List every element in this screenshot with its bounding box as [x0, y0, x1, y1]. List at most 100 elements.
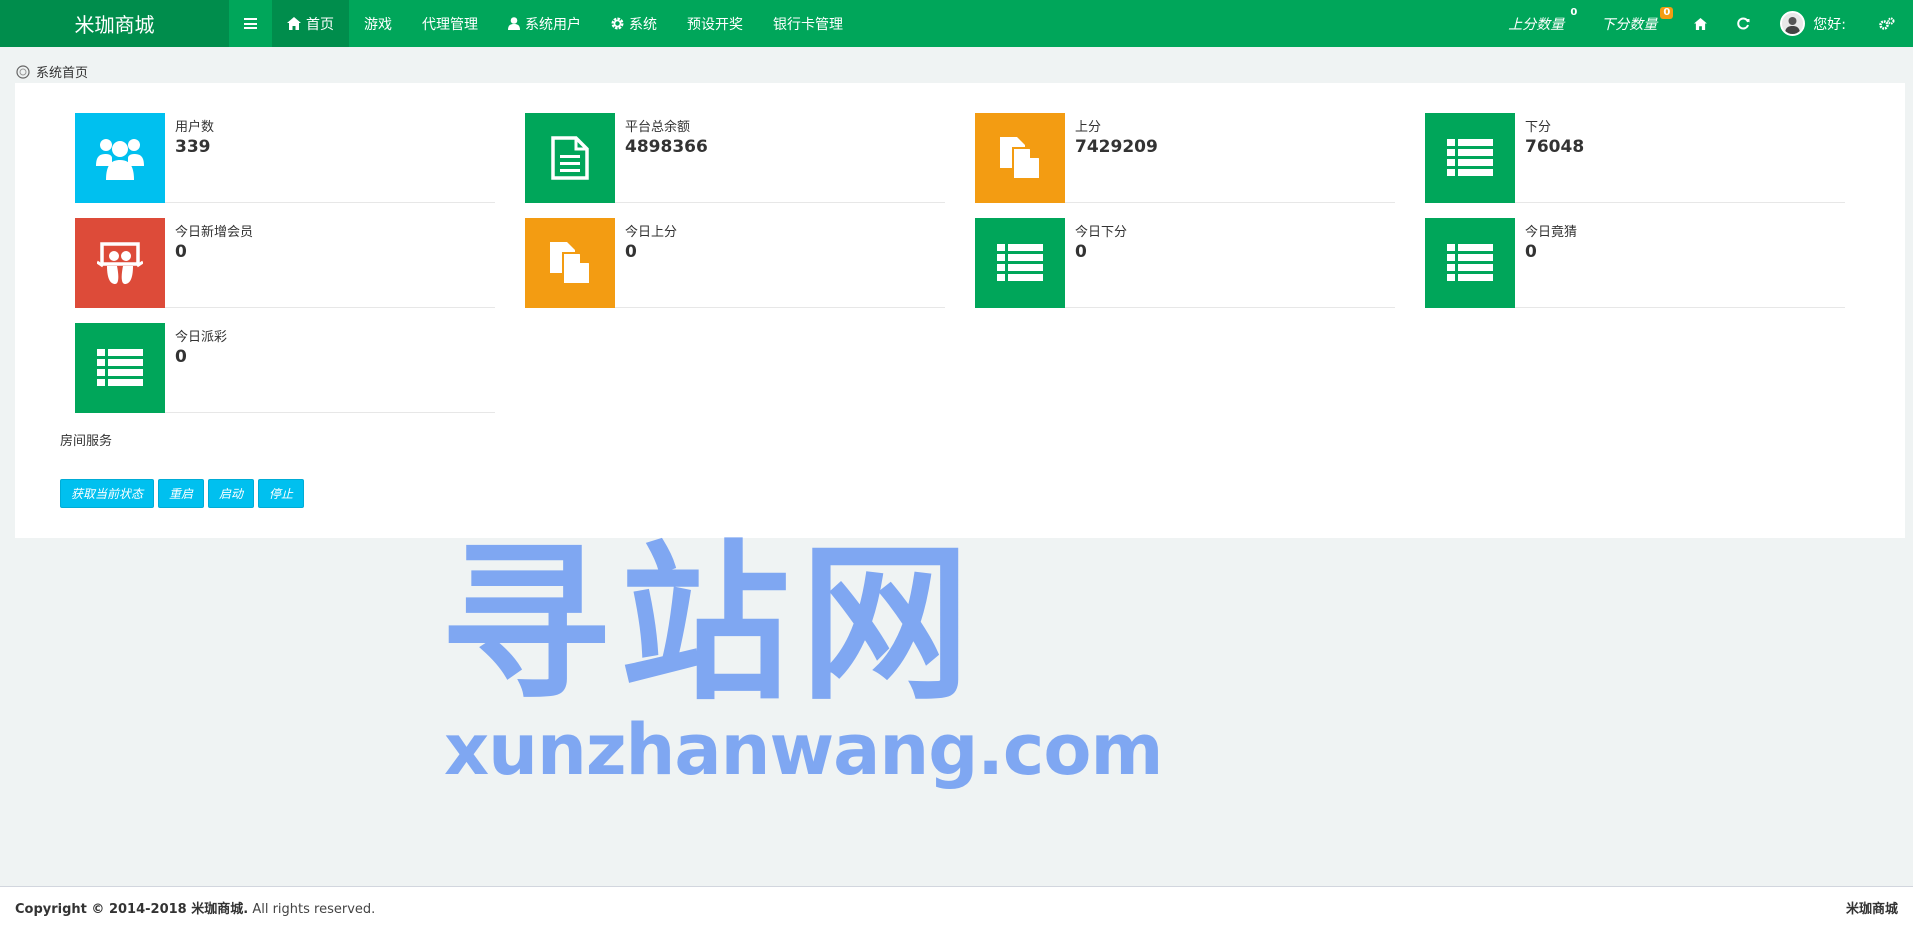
home-button[interactable]	[1679, 0, 1722, 47]
watermark-chinese: 寻站网	[440, 526, 981, 724]
greeting-text: 您好:	[1813, 16, 1846, 33]
nav-item-label: 预设开奖	[687, 16, 743, 33]
gear-icon	[611, 17, 624, 30]
footer-brand: 米珈商城	[1845, 902, 1898, 917]
user-menu[interactable]: 您好:	[1765, 0, 1861, 47]
stat-label: 用户数	[175, 120, 215, 135]
stat-icon-box	[1425, 218, 1515, 308]
start-button[interactable]: 启动	[208, 479, 255, 508]
dashboard-panel: 用户数 339 平台总余额 4898366 上分 7429209 下分 7604…	[15, 83, 1905, 538]
copy-icon	[550, 242, 591, 285]
user-icon	[508, 17, 520, 30]
room-service-actions: 获取当前状态 重启 启动 停止	[60, 479, 305, 508]
nav-item-label: 代理管理	[422, 16, 478, 33]
top-navbar: 米珈商城 首页 游戏 代理管理 系统用户 系统 预设开奖 银行卡管理 上分数量 …	[0, 0, 1913, 47]
avatar-person-icon	[1782, 13, 1804, 34]
stat-box-bets-today: 今日竟猜 0	[1425, 218, 1845, 308]
sidebar-toggle-button[interactable]	[229, 0, 272, 47]
stat-content: 下分 76048	[1515, 113, 1594, 202]
down-count-link[interactable]: 下分数量 0	[1586, 0, 1679, 47]
stat-label: 今日新增会员	[175, 225, 254, 240]
document-icon	[551, 136, 589, 180]
stat-box-users: 用户数 339	[75, 113, 495, 203]
nav-item-system[interactable]: 系统	[596, 0, 672, 47]
get-status-button[interactable]: 获取当前状态	[60, 479, 155, 508]
nav-right: 上分数量 0 下分数量 0 您好:	[1493, 0, 1913, 47]
list-icon	[997, 244, 1043, 281]
nav-item-preset-lottery[interactable]: 预设开奖	[672, 0, 758, 47]
stat-value: 0	[175, 242, 187, 262]
nav-item-label: 游戏	[364, 16, 392, 33]
copyright: Copyright © 2014-2018 米珈商城. All rights r…	[15, 898, 375, 917]
footer: Copyright © 2014-2018 米珈商城. All rights r…	[0, 886, 1913, 928]
nav-item-games[interactable]: 游戏	[349, 0, 407, 47]
copy-icon	[1000, 137, 1041, 180]
stat-value: 4898366	[625, 137, 708, 157]
down-count-label: 下分数量	[1601, 16, 1658, 33]
room-service-title: 房间服务	[60, 434, 113, 449]
stat-value: 0	[1075, 242, 1087, 262]
list-icon	[1447, 244, 1493, 281]
stat-icon-box	[75, 218, 165, 308]
stop-button[interactable]: 停止	[258, 479, 305, 508]
refresh-button[interactable]	[1722, 0, 1765, 47]
avatar	[1780, 11, 1806, 36]
stat-icon-box	[75, 113, 165, 203]
nav-item-home[interactable]: 首页	[272, 0, 349, 47]
stat-label: 今日竟猜	[1525, 225, 1578, 240]
home-icon	[287, 17, 301, 30]
stat-value: 339	[175, 137, 211, 157]
stat-icon-box	[975, 218, 1065, 308]
stat-box-platform-balance: 平台总余额 4898366	[525, 113, 945, 203]
stat-content: 今日上分 0	[615, 218, 687, 307]
up-count-link[interactable]: 上分数量 0	[1493, 0, 1586, 47]
breadcrumb-label[interactable]: 系统首页	[36, 62, 88, 81]
stat-icon-box	[525, 113, 615, 203]
breadcrumb: 系统首页	[16, 62, 88, 81]
list-icon	[1447, 139, 1493, 176]
home-icon	[1694, 17, 1708, 30]
stat-icon-box	[525, 218, 615, 308]
nav-item-system-users[interactable]: 系统用户	[493, 0, 596, 47]
users-icon	[96, 139, 144, 180]
settings-button[interactable]	[1861, 0, 1913, 47]
nav-item-label: 系统用户	[525, 16, 581, 33]
stat-label: 今日下分	[1075, 225, 1128, 240]
stat-box-down-points: 下分 76048	[1425, 113, 1845, 203]
stat-value: 7429209	[1075, 137, 1158, 157]
up-count-label: 上分数量	[1508, 16, 1565, 33]
stat-content: 上分 7429209	[1065, 113, 1168, 202]
stat-label: 上分	[1075, 120, 1102, 135]
slideshare-icon	[97, 242, 143, 284]
stat-icon-box	[1425, 113, 1515, 203]
company-link[interactable]: 米珈商城.	[191, 902, 248, 917]
stat-box-new-members-today: 今日新增会员 0	[75, 218, 495, 308]
menu-icon	[244, 18, 257, 29]
stat-box-down-points-today: 今日下分 0	[975, 218, 1395, 308]
list-icon	[97, 349, 143, 386]
stat-content: 平台总余额 4898366	[615, 113, 718, 202]
rights-text: All rights reserved.	[248, 902, 376, 917]
dashboard-icon	[16, 64, 30, 79]
stat-content: 用户数 339	[165, 113, 224, 202]
stat-content: 今日竟猜 0	[1515, 218, 1587, 307]
watermark-url: xunzhanwang.com	[444, 709, 1163, 791]
stat-content: 今日新增会员 0	[165, 218, 263, 307]
gears-icon	[1879, 17, 1895, 30]
restart-button[interactable]: 重启	[158, 479, 205, 508]
stat-icon-box	[75, 323, 165, 413]
nav-item-agents[interactable]: 代理管理	[407, 0, 493, 47]
stat-content: 今日下分 0	[1065, 218, 1137, 307]
brand-logo[interactable]: 米珈商城	[0, 0, 229, 47]
stat-label: 今日派彩	[175, 330, 228, 345]
stat-box-payout-today: 今日派彩 0	[75, 323, 495, 413]
stat-label: 今日上分	[625, 225, 678, 240]
stat-box-up-points: 上分 7429209	[975, 113, 1395, 203]
stat-value: 76048	[1525, 137, 1585, 157]
stat-value: 0	[175, 347, 187, 367]
nav-item-label: 系统	[629, 16, 657, 33]
nav-item-label: 首页	[306, 16, 334, 33]
nav-item-bank-cards[interactable]: 银行卡管理	[758, 0, 858, 47]
refresh-icon	[1737, 17, 1750, 30]
copyright-prefix: Copyright © 2014-2018	[15, 902, 192, 917]
